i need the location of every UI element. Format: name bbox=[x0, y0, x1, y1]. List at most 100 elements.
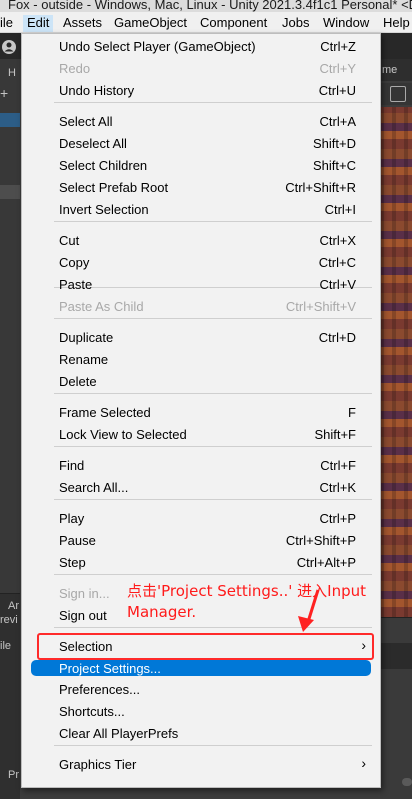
bottom-tab[interactable]: Pr bbox=[8, 769, 19, 781]
menu-file[interactable]: ile bbox=[0, 15, 17, 32]
menu-item-label: Shortcuts... bbox=[59, 704, 125, 719]
menu-item-shortcut: Ctrl+Shift+P bbox=[285, 533, 356, 548]
menu-item-shortcut: Ctrl+Shift+R bbox=[285, 180, 356, 195]
menu-item-select-prefab-root[interactable]: Select Prefab Root Ctrl+Shift+R bbox=[22, 176, 380, 198]
menu-separator bbox=[54, 574, 372, 575]
menu-item-pause[interactable]: Pause Ctrl+Shift+P bbox=[22, 529, 380, 551]
menu-item-shortcut: Ctrl+V bbox=[319, 277, 356, 292]
menu-item-copy[interactable]: Copy Ctrl+C bbox=[22, 251, 380, 273]
menu-bar: ile Edit Assets GameObject Component Job… bbox=[0, 12, 412, 33]
menu-item-label: Lock View to Selected bbox=[59, 427, 187, 442]
menu-separator bbox=[54, 221, 372, 222]
menu-item-select-all[interactable]: Select All Ctrl+A bbox=[22, 110, 380, 132]
menu-item-label: Select Children bbox=[59, 158, 148, 173]
menu-item-shortcuts[interactable]: Shortcuts... bbox=[22, 700, 380, 722]
menu-item-shortcut: Ctrl+Alt+P bbox=[296, 555, 356, 570]
menu-gameobject[interactable]: GameObject bbox=[110, 15, 191, 32]
menu-item-label: Select All bbox=[59, 114, 113, 129]
menu-item-frame-selected[interactable]: Frame Selected F bbox=[22, 401, 380, 423]
menu-item-shortcut: Ctrl+Shift+V bbox=[285, 299, 356, 314]
scene-tab[interactable]: me bbox=[380, 59, 412, 81]
menu-item-shortcut: F bbox=[348, 405, 356, 420]
hierarchy-row[interactable] bbox=[0, 185, 20, 199]
menu-item-project-settings[interactable]: Project Settings... bbox=[31, 660, 371, 676]
menu-separator bbox=[54, 393, 372, 394]
account-icon[interactable] bbox=[1, 39, 17, 55]
menu-item-shortcut: Ctrl+K bbox=[319, 480, 356, 495]
hierarchy-tab[interactable]: H bbox=[8, 67, 16, 79]
menu-separator bbox=[54, 745, 372, 746]
menu-item-label: Step bbox=[59, 555, 86, 570]
menu-item-label: Sign in... bbox=[59, 586, 110, 601]
preview-label: revi bbox=[0, 614, 18, 626]
menu-item-label: Pause bbox=[59, 533, 96, 548]
menu-item-shortcut: Ctrl+Z bbox=[320, 39, 356, 54]
menu-item-label: Rename bbox=[59, 352, 109, 367]
menu-item-paste[interactable]: Paste Ctrl+V bbox=[22, 273, 380, 295]
menu-edit[interactable]: Edit bbox=[23, 15, 54, 32]
menu-item-select-children[interactable]: Select Children Shift+C bbox=[22, 154, 380, 176]
menu-item-duplicate[interactable]: Duplicate Ctrl+D bbox=[22, 326, 380, 348]
menu-jobs[interactable]: Jobs bbox=[278, 15, 313, 32]
menu-item-label: Search All... bbox=[59, 480, 129, 495]
cube-icon[interactable] bbox=[390, 86, 406, 102]
menu-item-label: Copy bbox=[59, 255, 90, 270]
menu-item-label: Preferences... bbox=[59, 682, 140, 697]
annotation-highlight-box bbox=[37, 633, 374, 660]
menu-help[interactable]: Help bbox=[379, 15, 412, 32]
menu-item-label: Paste bbox=[59, 277, 93, 292]
menu-item-play[interactable]: Play Ctrl+P bbox=[22, 507, 380, 529]
menu-item-label: Project Settings... bbox=[59, 661, 161, 676]
menu-separator bbox=[54, 627, 372, 628]
menu-item-graphics-tier[interactable]: Graphics Tier › bbox=[22, 753, 380, 775]
menu-item-label: Sign out bbox=[59, 608, 107, 623]
menu-item-shortcut: Ctrl+A bbox=[319, 114, 356, 129]
scene-view[interactable] bbox=[380, 107, 412, 617]
menu-item-preferences[interactable]: Preferences... bbox=[22, 678, 380, 700]
menu-item-shortcut: Shift+C bbox=[313, 158, 356, 173]
menu-item-label: Frame Selected bbox=[59, 405, 151, 420]
menu-separator bbox=[54, 102, 372, 103]
menu-item-search-all[interactable]: Search All... Ctrl+K bbox=[22, 476, 380, 498]
menu-item-invert-selection[interactable]: Invert Selection Ctrl+I bbox=[22, 198, 380, 220]
menu-item-label: Duplicate bbox=[59, 330, 114, 345]
menu-item-label: Redo bbox=[59, 61, 91, 76]
menu-item-label: Graphics Tier bbox=[59, 757, 137, 772]
menu-item-shortcut: Ctrl+C bbox=[318, 255, 356, 270]
menu-assets[interactable]: Assets bbox=[59, 15, 106, 32]
edit-menu: Undo Select Player (GameObject) Ctrl+Z Red… bbox=[21, 33, 381, 788]
menu-item-rename[interactable]: Rename bbox=[22, 348, 380, 370]
menu-item-delete[interactable]: Delete bbox=[22, 370, 380, 392]
selected-row[interactable] bbox=[0, 113, 20, 127]
menu-item-step[interactable]: Step Ctrl+Alt+P bbox=[22, 551, 380, 573]
menu-item-label: Select Prefab Root bbox=[59, 180, 169, 195]
menu-separator bbox=[54, 499, 372, 500]
menu-item-clear-all-playerprefs[interactable]: Clear All PlayerPrefs bbox=[22, 722, 380, 744]
add-icon[interactable]: + bbox=[0, 85, 8, 101]
menu-item-undo-select-player-gameobject[interactable]: Undo Select Player (GameObject) Ctrl+Z bbox=[22, 35, 380, 57]
menu-item-label: Play bbox=[59, 511, 85, 526]
inspector-header bbox=[380, 643, 412, 669]
menu-item-label: Undo Select Player (GameObject) bbox=[59, 39, 256, 54]
menu-item-label: Delete bbox=[59, 374, 97, 389]
menu-item-shortcut: Ctrl+I bbox=[324, 202, 356, 217]
project-tab[interactable]: Ar bbox=[8, 600, 19, 612]
menu-window[interactable]: Window bbox=[319, 15, 373, 32]
menu-component[interactable]: Component bbox=[196, 15, 271, 32]
menu-item-lock-view-to-selected[interactable]: Lock View to Selected Shift+F bbox=[22, 423, 380, 445]
menu-separator bbox=[54, 446, 372, 447]
menu-item-label: Find bbox=[59, 458, 85, 473]
project-panel: Ar revi ile Pr bbox=[0, 593, 20, 799]
menu-item-shortcut: Ctrl+X bbox=[319, 233, 356, 248]
window-title: Fox - outside - Windows, Mac, Linux - Un… bbox=[0, 0, 412, 12]
chevron-right-icon: › bbox=[361, 755, 366, 771]
menu-item-label: Clear All PlayerPrefs bbox=[59, 726, 179, 741]
menu-item-cut[interactable]: Cut Ctrl+X bbox=[22, 229, 380, 251]
menu-item-undo-history[interactable]: Undo History Ctrl+U bbox=[22, 79, 380, 101]
horizontal-scrollbar[interactable] bbox=[402, 778, 412, 786]
menu-item-redo: Redo Ctrl+Y bbox=[22, 57, 380, 79]
menu-item-shortcut: Ctrl+P bbox=[319, 511, 356, 526]
menu-item-deselect-all[interactable]: Deselect All Shift+D bbox=[22, 132, 380, 154]
menu-item-find[interactable]: Find Ctrl+F bbox=[22, 454, 380, 476]
menu-item-shortcut: Ctrl+Y bbox=[319, 61, 356, 76]
